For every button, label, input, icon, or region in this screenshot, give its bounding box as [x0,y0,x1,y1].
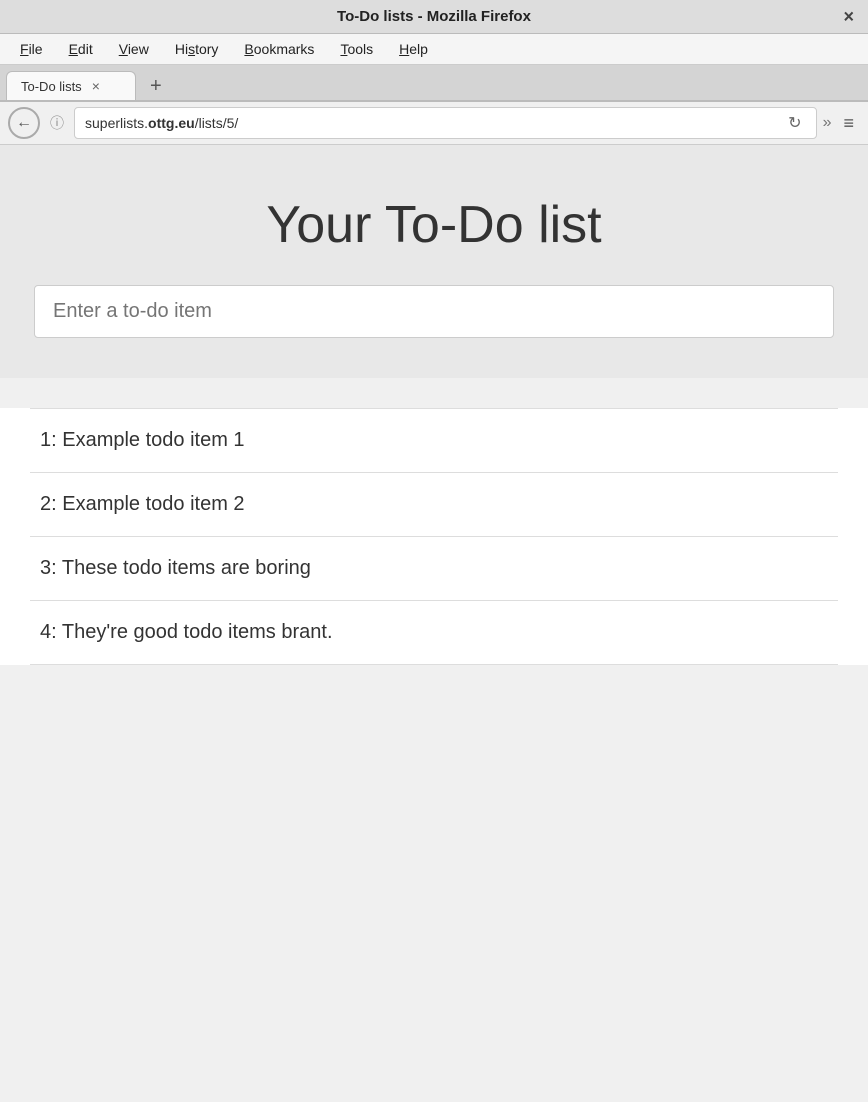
forward-button[interactable]: » [823,114,832,132]
address-bar[interactable]: superlists.ottg.eu/lists/5/ ↻ [74,107,817,139]
menu-help[interactable]: Help [389,38,438,60]
todo-item: 2: Example todo item 2 [30,473,838,537]
tab-bar: To-Do lists × + [0,65,868,102]
todo-item: 4: They're good todo items brant. [30,601,838,665]
back-icon: ← [16,114,32,132]
tab-close-button[interactable]: × [92,78,100,94]
page-header: Your To-Do list [0,145,868,378]
menu-tools[interactable]: Tools [330,38,383,60]
menu-view[interactable]: View [109,38,159,60]
window-title: To-Do lists - Mozilla Firefox [337,8,531,25]
todo-input[interactable] [53,300,815,323]
menu-bar: File Edit View History Bookmarks Tools H… [0,34,868,65]
todo-input-container[interactable] [34,285,834,338]
page-title: Your To-Do list [20,195,848,255]
nav-bar: ← ⓘ superlists.ottg.eu/lists/5/ ↻ » ≡ [0,102,868,145]
hamburger-menu-icon[interactable]: ≡ [837,113,860,134]
todo-list: 1: Example todo item 12: Example todo it… [0,408,868,665]
info-icon[interactable]: ⓘ [46,113,68,133]
menu-bookmarks[interactable]: Bookmarks [234,38,324,60]
todo-item: 3: These todo items are boring [30,537,838,601]
menu-edit[interactable]: Edit [59,38,103,60]
back-button[interactable]: ← [8,107,40,139]
tab-label: To-Do lists [21,79,82,94]
tab-todo-lists[interactable]: To-Do lists × [6,71,136,100]
menu-history[interactable]: History [165,38,229,60]
title-bar: To-Do lists - Mozilla Firefox × [0,0,868,34]
reload-button[interactable]: ↻ [784,113,805,133]
new-tab-button[interactable]: + [140,72,172,100]
close-button[interactable]: × [843,6,854,27]
url-display: superlists.ottg.eu/lists/5/ [85,115,778,131]
todo-item: 1: Example todo item 1 [30,408,838,473]
menu-file[interactable]: File [10,38,53,60]
